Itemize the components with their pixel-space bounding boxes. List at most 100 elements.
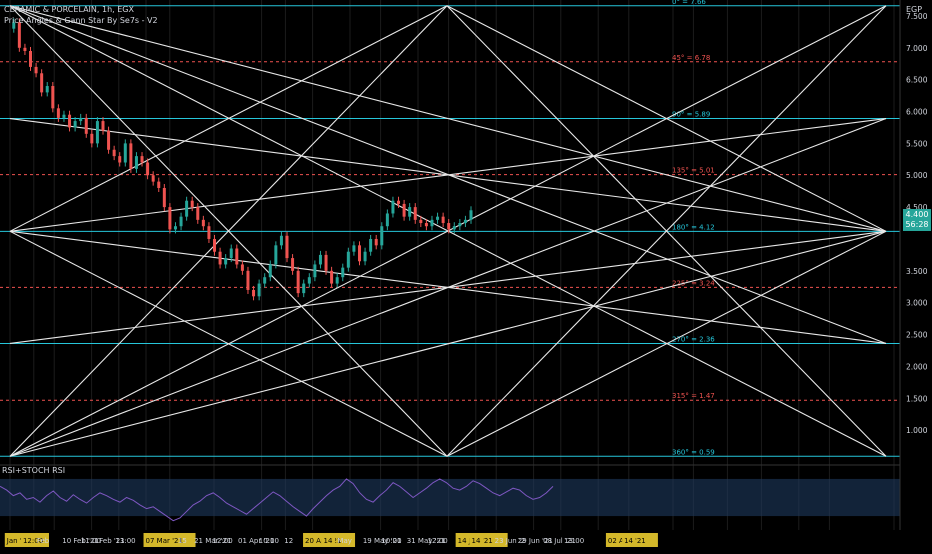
candle-body-25 (146, 162, 150, 176)
candle-body-60 (341, 267, 345, 278)
y-tick-5: 5.000 (906, 171, 928, 180)
candle-body-65 (369, 238, 373, 252)
candle-body-80 (452, 226, 456, 230)
candle-body-18 (107, 130, 111, 150)
candle-body-45 (257, 283, 261, 297)
candle-body-30 (173, 226, 177, 230)
candle-body-52 (296, 270, 300, 294)
rsi-layer: 75.00050.00025.000 (0, 464, 932, 526)
candle-body-5 (34, 66, 38, 74)
x-tick-20: 12:00 (428, 537, 448, 545)
candle-body-38 (218, 251, 222, 265)
candle-body-61 (346, 251, 350, 268)
candle-body-20 (118, 156, 122, 163)
candle-body-44 (252, 289, 256, 297)
x-tick-12: 10:00 (259, 537, 279, 545)
candle-body-67 (380, 226, 384, 246)
candle-body-72 (408, 207, 412, 217)
y-tick-8: 3.000 (906, 299, 928, 308)
candle-body-22 (129, 143, 133, 169)
candle-body-43 (246, 270, 250, 290)
x-tick-10: 12:00 (213, 537, 233, 545)
rsi-panel-label: RSI+STOCH RSI (2, 466, 66, 475)
candle-body-83 (469, 210, 473, 220)
y-tick-4: 5.500 (906, 139, 928, 148)
chart-svg[interactable]: 0° = 7.66 45° = 6.78 90° = 5.89 135° = 5.01… (0, 0, 932, 550)
y-tick-11: 1.500 (906, 394, 928, 403)
candle-body-59 (335, 277, 339, 284)
x-tick-18: 10:00 (381, 537, 401, 545)
chart-title-block: CERAMIC & PORCELAIN, 1h, EGX Price Angle… (4, 4, 158, 26)
candle-body-57 (324, 254, 328, 271)
candle-body-12 (73, 121, 77, 128)
candle-body-10 (62, 114, 66, 118)
candle-body-24 (140, 156, 144, 163)
y-tick-1: 7.000 (906, 44, 928, 53)
candle-body-7 (45, 86, 49, 93)
candle-body-49 (279, 235, 283, 246)
candle-body-73 (413, 207, 417, 220)
candle-body-41 (235, 248, 239, 265)
candle-body-51 (291, 258, 295, 271)
candle-body-26 (151, 175, 155, 182)
candle-body-17 (101, 121, 105, 131)
candle-body-53 (302, 283, 306, 294)
x-tick-4: 11:00 (81, 537, 101, 545)
level-label-1: 45° = 6.78 (672, 54, 710, 62)
candle-body-16 (95, 121, 99, 144)
candle-body-40 (229, 248, 233, 259)
x-tick-16: May (337, 537, 351, 545)
gann-line-15 (9, 118, 887, 457)
x-tick-8: 15 (178, 537, 187, 545)
price-series-layer (12, 18, 473, 301)
level-label-0: 0° = 7.66 (672, 0, 706, 6)
x-tick-26: 13:00 (564, 537, 584, 545)
candle-body-50 (285, 235, 289, 259)
candle-body-63 (357, 245, 361, 262)
level-label-4: 180° = 4.12 (672, 223, 715, 231)
x-tick-13: 12 (284, 537, 293, 545)
candle-body-48 (274, 245, 278, 265)
level-label-3: 135° = 5.01 (672, 167, 715, 175)
candle-body-69 (391, 200, 395, 214)
candle-body-27 (157, 181, 161, 188)
indicator-title: Price Angles & Gann Star By Se7s - V2 (4, 16, 158, 25)
y-tick-12: 1.000 (906, 426, 928, 435)
candle-body-71 (402, 203, 406, 217)
candle-body-46 (263, 277, 267, 284)
y-axis: 7.5007.0006.5006.0005.5005.0004.5003.500… (899, 0, 932, 550)
candle-body-39 (224, 258, 228, 265)
chart-title: CERAMIC & PORCELAIN, 1h, EGX (4, 5, 134, 14)
candle-body-47 (268, 264, 272, 278)
chart-area[interactable]: 0° = 7.66 45° = 6.78 90° = 5.89 135° = 5.01… (0, 0, 932, 550)
x-tick-2: Feb (37, 537, 50, 545)
candle-body-68 (385, 213, 389, 227)
candle-body-29 (168, 207, 172, 230)
gann-line-14 (9, 5, 887, 344)
last-price-badge: 4.400 56:28 (903, 209, 931, 231)
y-tick-9: 2.500 (906, 331, 928, 340)
candle-body-2 (17, 22, 21, 48)
candle-body-78 (441, 216, 445, 224)
candle-body-37 (213, 238, 217, 252)
level-label-8: 360° = 0.59 (672, 448, 715, 456)
level-label-2: 90° = 5.89 (672, 111, 710, 119)
candle-body-36 (207, 226, 211, 239)
x-tick-15: 14 (324, 537, 333, 545)
level-label-7: 315° = 1.47 (672, 392, 715, 400)
candle-body-79 (447, 223, 451, 230)
candle-body-34 (196, 207, 200, 220)
y-tick-2: 6.500 (906, 76, 928, 85)
candle-body-32 (185, 200, 189, 217)
candle-body-75 (424, 223, 428, 227)
candle-body-54 (307, 277, 311, 284)
candle-body-64 (363, 251, 367, 262)
candle-body-3 (23, 47, 27, 51)
candle-body-70 (397, 200, 401, 204)
candle-body-31 (179, 216, 183, 227)
x-tick-28: 14 (624, 537, 633, 545)
candle-body-56 (318, 254, 322, 265)
last-price: 4.400 (905, 210, 929, 219)
candle-body-82 (463, 219, 467, 224)
x-tick-22: 14 (472, 537, 481, 545)
